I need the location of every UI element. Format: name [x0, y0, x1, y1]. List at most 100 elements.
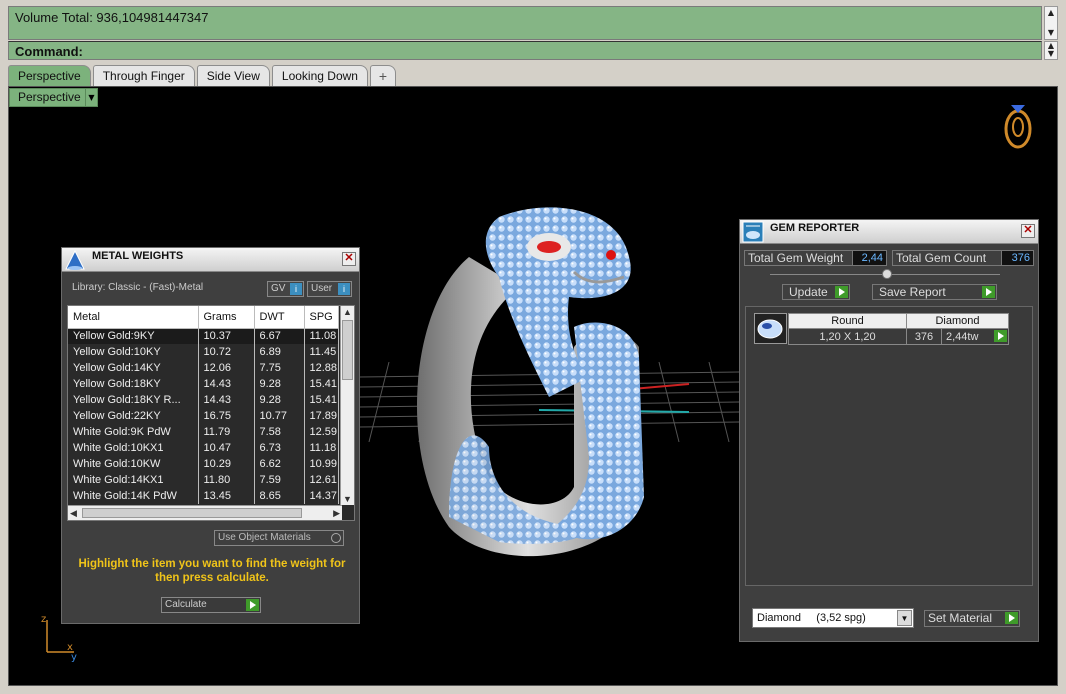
gem-reporter-titlebar[interactable]: GEM REPORTER ✕	[740, 220, 1038, 244]
scroll-down-icon[interactable]: ▼	[1045, 27, 1057, 38]
close-icon[interactable]: ✕	[342, 252, 356, 266]
metal-row[interactable]: Yellow Gold:18KY R... 14.43 9.28 15.41	[68, 392, 339, 408]
dwt-cell: 7.58	[254, 424, 305, 440]
scroll-up-icon[interactable]: ▲	[343, 307, 352, 317]
scroll-down-icon[interactable]: ▼	[343, 494, 352, 504]
total-gem-weight-field: Total Gem Weight 2,44	[744, 250, 887, 266]
metal-row[interactable]: Yellow Gold:22KY 16.75 10.77 17.89	[68, 408, 339, 424]
tab-perspective[interactable]: Perspective	[8, 65, 91, 86]
column-header-dwt[interactable]: DWT	[254, 306, 305, 329]
tab-looking-down[interactable]: Looking Down	[271, 65, 368, 86]
material-select[interactable]: Diamond (3,52 spg) ▼	[752, 608, 914, 628]
gem-header-type[interactable]: Diamond	[906, 313, 1009, 329]
metal-name-cell: Yellow Gold:14KY	[68, 360, 199, 376]
metal-name-cell: White Gold:10KX1	[68, 440, 199, 456]
total-gem-weight-label: Total Gem Weight	[748, 251, 844, 265]
metal-weights-icon	[65, 249, 85, 270]
play-icon[interactable]	[835, 286, 848, 298]
spg-cell: 11.45	[304, 344, 339, 360]
metal-row[interactable]: White Gold:10KW 10.29 6.62 10.99	[68, 456, 339, 472]
tab-side-view[interactable]: Side View	[196, 65, 270, 86]
scroll-thumb[interactable]	[82, 508, 302, 518]
close-icon[interactable]: ✕	[1021, 224, 1035, 238]
metal-row[interactable]: Yellow Gold:9KY 10.37 6.67 11.08	[68, 328, 339, 344]
total-gem-count-label: Total Gem Count	[896, 251, 987, 265]
save-report-button[interactable]: Save Report	[872, 284, 997, 300]
metal-row[interactable]: White Gold:10KX1 10.47 6.73 11.18	[68, 440, 339, 456]
metal-row[interactable]: White Gold:14K PdW 13.45 8.65 14.37	[68, 488, 339, 504]
use-object-materials-toggle[interactable]: Use Object Materials	[214, 530, 344, 546]
gem-table: Round Diamond 1,20 X 1,20 376 2,44tw	[788, 313, 1009, 345]
add-tab-button[interactable]: +	[369, 65, 396, 86]
tab-through-finger[interactable]: Through Finger	[92, 65, 195, 86]
metal-name-cell: Yellow Gold:9KY	[68, 328, 199, 344]
grams-cell: 14.43	[198, 376, 255, 392]
history-scrollbar[interactable]: ▲ ▼	[1044, 6, 1058, 40]
panther-ring-model[interactable]	[389, 197, 689, 567]
spg-cell: 12.61	[304, 472, 339, 488]
column-header-grams[interactable]: Grams	[198, 306, 255, 329]
gv-label: GV	[271, 283, 286, 294]
dwt-cell: 7.75	[254, 360, 305, 376]
spg-cell: 14.37	[304, 488, 339, 504]
play-icon[interactable]	[1005, 612, 1018, 624]
set-material-button[interactable]: Set Material	[924, 610, 1020, 627]
metal-row[interactable]: Yellow Gold:10KY 10.72 6.89 11.45	[68, 344, 339, 360]
scroll-thumb[interactable]	[342, 320, 353, 380]
spin-down-icon[interactable]: ▼	[1045, 50, 1057, 58]
gv-button[interactable]: GV i	[267, 281, 304, 297]
metal-row[interactable]: Yellow Gold:18KY 14.43 9.28 15.41	[68, 376, 339, 392]
update-button[interactable]: Update	[782, 284, 850, 300]
play-icon[interactable]	[246, 599, 259, 611]
view-tabs: Perspective Through Finger Side View Loo…	[8, 65, 398, 86]
view-mode-dropdown[interactable]: Perspective ▼	[9, 88, 98, 107]
grams-cell: 13.45	[198, 488, 255, 504]
scroll-right-icon[interactable]: ▶	[333, 508, 340, 519]
user-button[interactable]: User i	[307, 281, 352, 297]
splitter-handle[interactable]	[882, 269, 892, 279]
chevron-down-icon[interactable]: ▼	[86, 88, 98, 107]
metal-weights-title: METAL WEIGHTS	[92, 250, 184, 262]
grams-cell: 16.75	[198, 408, 255, 424]
metal-table-header: Metal Grams DWT SPG	[68, 306, 339, 329]
dwt-cell: 6.89	[254, 344, 305, 360]
gem-reporter-icon	[742, 221, 764, 243]
metal-table-vscroll[interactable]: ▲ ▼	[340, 306, 354, 505]
chevron-down-icon[interactable]: ▼	[897, 610, 912, 626]
material-select-value: Diamond (3,52 spg)	[757, 612, 866, 624]
gem-header-shape[interactable]: Round	[788, 313, 907, 329]
metal-table-hscroll[interactable]: ◀ ▶	[68, 505, 342, 520]
metal-row[interactable]: Yellow Gold:14KY 12.06 7.75 12.88	[68, 360, 339, 376]
column-header-spg[interactable]: SPG	[304, 306, 339, 329]
axis-y-label: y	[71, 652, 77, 662]
scroll-up-icon[interactable]: ▲	[1045, 7, 1057, 18]
total-gem-count-field: Total Gem Count 376	[892, 250, 1034, 266]
grams-cell: 11.79	[198, 424, 255, 440]
metal-row[interactable]: White Gold:14KX1 11.80 7.59 12.61	[68, 472, 339, 488]
metal-weights-titlebar[interactable]: METAL WEIGHTS ✕	[62, 248, 359, 272]
dwt-cell: 6.67	[254, 328, 305, 344]
calculate-button[interactable]: Calculate	[161, 597, 261, 613]
gem-row[interactable]: 1,20 X 1,20 376 2,44tw	[788, 328, 1009, 345]
update-label: Update	[789, 285, 828, 299]
command-spinner[interactable]: ▲ ▼	[1044, 41, 1058, 60]
hint-text: Highlight the item you want to find the …	[78, 558, 346, 584]
metal-row[interactable]: White Gold:9K PdW 11.79 7.58 12.59	[68, 424, 339, 440]
3d-viewport[interactable]: Perspective ▼ z x y METAL WEIGHTS ✕ Libr…	[8, 86, 1058, 686]
gem-reporter-panel: GEM REPORTER ✕ Total Gem Weight 2,44 Tot…	[739, 219, 1039, 642]
grams-cell: 10.72	[198, 344, 255, 360]
play-icon[interactable]	[982, 286, 995, 298]
spg-cell: 11.08	[304, 328, 339, 344]
metal-name-cell: White Gold:14K PdW	[68, 488, 199, 504]
ring-view-icon[interactable]	[1001, 97, 1035, 151]
info-icon: i	[290, 283, 302, 295]
gem-size: 1,20 X 1,20	[788, 328, 907, 345]
spg-cell: 12.88	[304, 360, 339, 376]
scroll-left-icon[interactable]: ◀	[70, 508, 77, 519]
radio-icon[interactable]	[331, 533, 341, 543]
play-icon[interactable]	[994, 330, 1007, 342]
column-header-metal[interactable]: Metal	[68, 306, 199, 329]
grams-cell: 12.06	[198, 360, 255, 376]
dwt-cell: 7.59	[254, 472, 305, 488]
command-input[interactable]: Command:	[8, 41, 1042, 60]
